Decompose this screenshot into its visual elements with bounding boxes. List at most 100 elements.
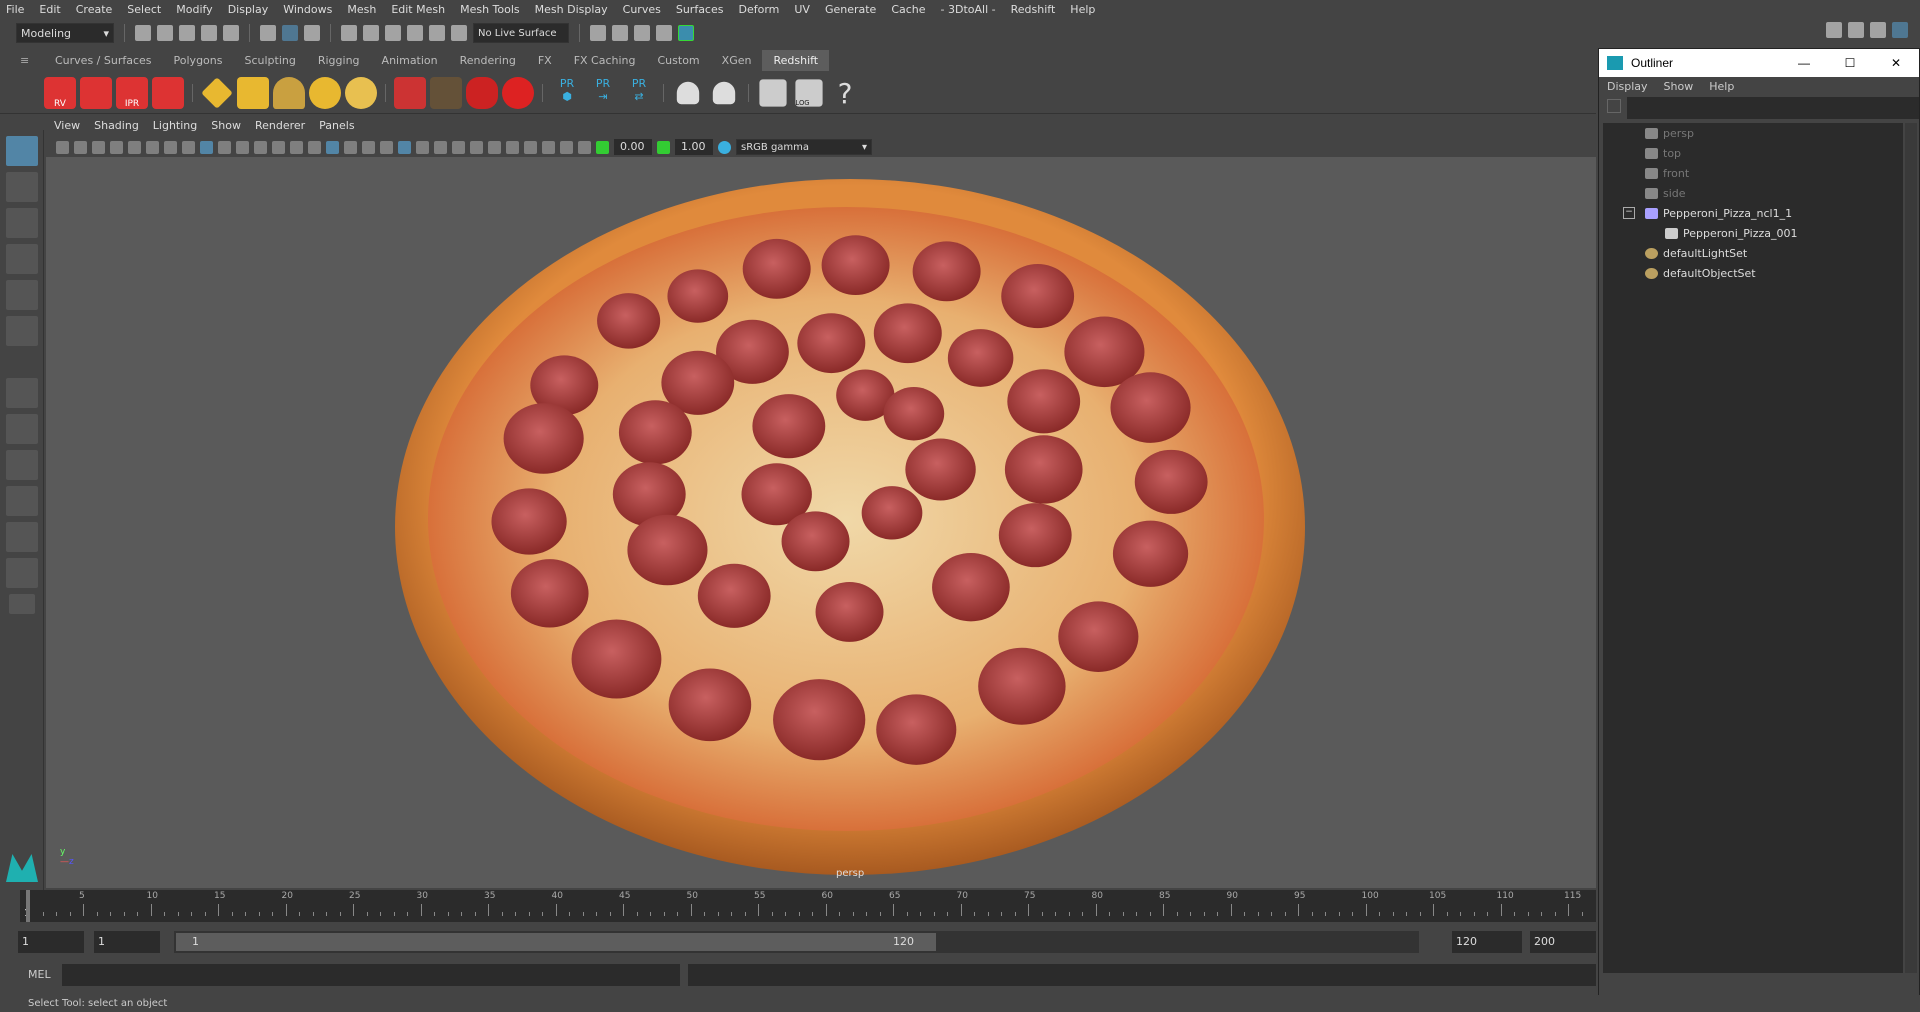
batch-render-button[interactable] xyxy=(80,76,112,109)
ipr-render-icon[interactable] xyxy=(634,25,650,41)
snap-live-icon[interactable] xyxy=(451,25,467,41)
color-space-dropdown[interactable]: sRGB gamma ▾ xyxy=(736,139,872,155)
viewport-tool-icon[interactable] xyxy=(398,140,411,154)
playback-end-field[interactable]: 120 xyxy=(1452,931,1522,953)
shader-ball-button[interactable] xyxy=(676,81,700,104)
rotate-tool-icon[interactable] xyxy=(5,280,38,310)
viewport-tool-icon[interactable] xyxy=(452,140,465,154)
viewport-tool-icon[interactable] xyxy=(218,140,231,154)
shader-ball-2-button[interactable] xyxy=(712,81,736,104)
menu-edit-mesh[interactable]: Edit Mesh xyxy=(391,3,445,16)
single-perspective-layout-icon[interactable] xyxy=(5,378,38,408)
viewport-tool-icon[interactable] xyxy=(128,140,141,154)
proxy-button[interactable] xyxy=(394,76,426,109)
viewport-tool-icon[interactable] xyxy=(272,140,285,154)
attribute-editor-icon[interactable] xyxy=(1848,22,1864,38)
outliner-item[interactable]: side xyxy=(1603,183,1903,203)
viewport-tool-icon[interactable] xyxy=(110,140,123,154)
viewport-tool-icon[interactable] xyxy=(380,140,393,154)
outliner-item[interactable]: Pepperoni_Pizza_001 xyxy=(1603,223,1903,243)
render-options-button[interactable] xyxy=(152,76,184,109)
area-light-button[interactable] xyxy=(201,76,233,109)
exposure-toggle-icon[interactable] xyxy=(596,140,609,154)
outliner-search-input[interactable] xyxy=(1627,97,1919,119)
viewport-tool-icon[interactable] xyxy=(164,140,177,154)
viewport-menu-view[interactable]: View xyxy=(54,119,80,136)
open-scene-icon[interactable] xyxy=(157,25,173,41)
close-button[interactable]: ✕ xyxy=(1873,56,1919,70)
pr-button-2[interactable]: PR ⇥ xyxy=(587,77,619,109)
menu-surfaces[interactable]: Surfaces xyxy=(676,3,724,16)
live-surface-field[interactable]: No Live Surface xyxy=(473,23,569,43)
viewport-tool-icon[interactable] xyxy=(92,140,105,154)
outliner-item[interactable]: persp xyxy=(1603,123,1903,143)
hair-button[interactable] xyxy=(430,76,462,109)
outliner-item[interactable]: − Pepperoni_Pizza_ncl1_1 xyxy=(1603,203,1903,223)
menu-generate[interactable]: Generate xyxy=(825,3,876,16)
snap-grid-icon[interactable] xyxy=(341,25,357,41)
menu-edit[interactable]: Edit xyxy=(39,3,60,16)
perspective-viewport[interactable]: y —z persp xyxy=(46,157,1596,888)
snap-view-icon[interactable] xyxy=(407,25,423,41)
dome-light-button[interactable] xyxy=(309,76,341,109)
tab-xgen[interactable]: XGen xyxy=(711,50,763,71)
viewport-tool-icon[interactable] xyxy=(290,140,303,154)
persp-hypershade-layout-icon[interactable] xyxy=(5,522,38,552)
minimize-button[interactable]: — xyxy=(1781,56,1827,70)
pr-button-3[interactable]: PR ⇄ xyxy=(623,77,655,109)
render-view-button[interactable]: RV xyxy=(44,76,76,109)
menu-file[interactable]: File xyxy=(6,3,24,16)
menu-curves[interactable]: Curves xyxy=(623,3,661,16)
hypershade-icon[interactable] xyxy=(678,25,694,41)
viewport-tool-icon[interactable] xyxy=(326,140,339,154)
viewport-tool-icon[interactable] xyxy=(470,140,483,154)
menu-display[interactable]: Display xyxy=(228,3,269,16)
viewport-tool-icon[interactable] xyxy=(524,140,537,154)
outliner-item[interactable]: front xyxy=(1603,163,1903,183)
more-layouts-icon[interactable] xyxy=(8,594,35,614)
viewport-tool-icon[interactable] xyxy=(488,140,501,154)
menu-modify[interactable]: Modify xyxy=(176,3,212,16)
menu-redshift[interactable]: Redshift xyxy=(1011,3,1056,16)
move-tool-icon[interactable] xyxy=(5,244,38,274)
filter-icon[interactable] xyxy=(1607,99,1621,113)
menu-deform[interactable]: Deform xyxy=(738,3,779,16)
tab-redshift[interactable]: Redshift xyxy=(762,50,830,71)
color-management-icon[interactable] xyxy=(718,140,731,154)
start-time-field[interactable]: 1 xyxy=(18,931,84,953)
viewport-tool-icon[interactable] xyxy=(506,140,519,154)
menu-mesh-tools[interactable]: Mesh Tools xyxy=(460,3,520,16)
tab-sculpting[interactable]: Sculpting xyxy=(233,50,306,71)
menu-mesh-display[interactable]: Mesh Display xyxy=(535,3,608,16)
current-time-indicator[interactable] xyxy=(26,890,30,922)
log-button[interactable]: LOG xyxy=(795,78,823,107)
viewport-menu-panels[interactable]: Panels xyxy=(319,119,354,136)
sun-sky-button[interactable] xyxy=(345,76,377,109)
viewport-tool-icon[interactable] xyxy=(74,140,87,154)
maximize-button[interactable]: ☐ xyxy=(1827,56,1873,70)
viewport-tool-icon[interactable] xyxy=(542,140,555,154)
viewport-tool-icon[interactable] xyxy=(146,140,159,154)
workspace-dropdown[interactable]: Modeling ▾ xyxy=(16,23,114,43)
viewport-tool-icon[interactable] xyxy=(578,140,591,154)
volume-button[interactable] xyxy=(466,76,498,109)
menu--3dtoall-[interactable]: - 3DtoAll - xyxy=(941,3,996,16)
tab-rendering[interactable]: Rendering xyxy=(449,50,527,71)
new-scene-icon[interactable] xyxy=(135,25,151,41)
select-hierarchy-icon[interactable] xyxy=(260,25,276,41)
viewport-menu-lighting[interactable]: Lighting xyxy=(153,119,197,136)
outliner-scrollbar[interactable] xyxy=(1905,123,1917,973)
menu-cache[interactable]: Cache xyxy=(891,3,925,16)
tab-fx-caching[interactable]: FX Caching xyxy=(563,50,647,71)
outliner-menu-display[interactable]: Display xyxy=(1607,80,1648,93)
portal-light-button[interactable] xyxy=(237,76,269,109)
snap-curve-icon[interactable] xyxy=(363,25,379,41)
save-scene-icon[interactable] xyxy=(179,25,195,41)
viewport-tool-icon[interactable] xyxy=(254,140,267,154)
viewport-menu-shading[interactable]: Shading xyxy=(94,119,139,136)
viewport-tool-icon[interactable] xyxy=(362,140,375,154)
tab-polygons[interactable]: Polygons xyxy=(163,50,234,71)
ipr-button[interactable]: IPR xyxy=(116,76,148,109)
exposure-field[interactable]: 0.00 xyxy=(614,139,652,155)
material-button[interactable] xyxy=(502,76,534,109)
